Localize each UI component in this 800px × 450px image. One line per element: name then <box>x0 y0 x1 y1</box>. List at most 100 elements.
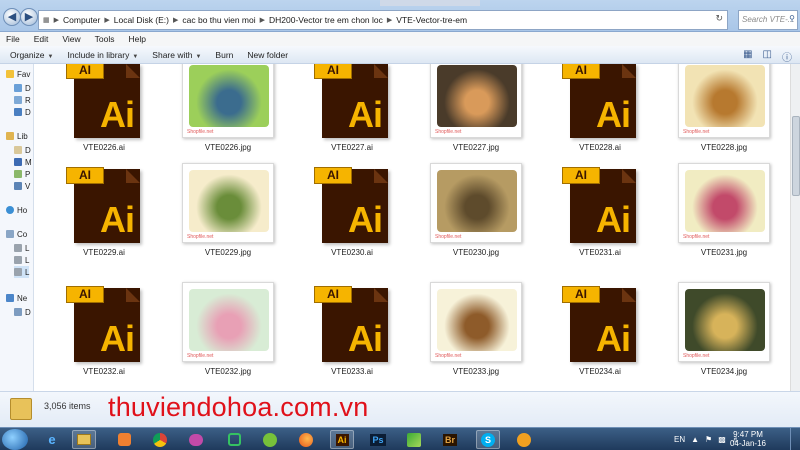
thumbnail-art <box>437 170 517 232</box>
breadcrumb-vte[interactable]: VTE-Vector-tre-em <box>396 15 467 25</box>
app14-icon[interactable] <box>512 430 536 449</box>
nav-item[interactable]: L <box>14 242 29 254</box>
photoshop-icon[interactable]: Ps <box>366 430 390 449</box>
menu-edit[interactable]: Edit <box>34 34 49 44</box>
page-fold <box>374 169 388 183</box>
nav-item-selected[interactable]: L <box>14 266 30 278</box>
search-input[interactable]: Search VTE-... ⚲ <box>738 10 798 30</box>
vertical-scrollbar[interactable] <box>790 64 800 391</box>
bridge-icon[interactable]: Br <box>438 430 462 449</box>
menu-help[interactable]: Help <box>128 34 145 44</box>
tray-arrow-icon[interactable]: ▲ <box>691 435 699 444</box>
nav-item[interactable]: V <box>14 180 30 192</box>
nav-item[interactable]: M <box>14 156 32 168</box>
menu-file[interactable]: File <box>6 34 20 44</box>
file-item[interactable]: Shopfile.net VTE0231.jpg <box>664 163 784 271</box>
nav-item[interactable]: L <box>14 254 29 266</box>
file-item[interactable]: Ai AI VTE0230.ai <box>292 163 412 271</box>
nav-libraries[interactable]: Lib <box>6 130 28 142</box>
network-icon[interactable]: ▩ <box>718 435 726 444</box>
breadcrumb-dh200[interactable]: DH200-Vector tre em chon loc <box>269 15 383 25</box>
nav-item[interactable]: R <box>14 94 31 106</box>
nav-homegroup[interactable]: Ho <box>6 204 27 216</box>
title-strip <box>380 0 480 6</box>
thumbnail-watermark: Shopfile.net <box>683 234 710 240</box>
language-indicator[interactable]: EN <box>674 435 685 444</box>
burn-button[interactable]: Burn <box>215 50 233 60</box>
file-item[interactable]: Ai AI VTE0232.ai <box>44 282 164 390</box>
file-item[interactable]: Shopfile.net VTE0234.jpg <box>664 282 784 390</box>
view-options-icon[interactable]: ▦ <box>743 49 752 64</box>
file-item[interactable]: Ai AI VTE0234.ai <box>540 282 660 390</box>
help-icon[interactable]: ⓘ <box>782 49 792 64</box>
nav-item[interactable]: D <box>14 106 31 118</box>
ai-big-text: Ai <box>596 318 631 359</box>
explorer-icon[interactable] <box>72 430 96 449</box>
show-desktop-button[interactable] <box>790 428 800 450</box>
back-button[interactable]: ◀ <box>3 8 21 26</box>
skype-icon[interactable]: S <box>476 430 500 449</box>
file-name: VTE0232.jpg <box>204 367 252 376</box>
clock[interactable]: 9:47 PM 04-Jan-16 <box>730 430 766 448</box>
chrome-icon[interactable] <box>148 430 172 449</box>
ai-big-text: Ai <box>100 199 135 240</box>
ie-icon[interactable]: e <box>40 430 64 449</box>
file-name: VTE0226.jpg <box>204 143 252 152</box>
nav-item[interactable]: D <box>14 144 31 156</box>
details-pane: 3,056 items thuviendohoa.com.vn <box>0 391 800 427</box>
file-item[interactable]: Shopfile.net VTE0232.jpg <box>168 282 288 390</box>
file-item[interactable]: Shopfile.net VTE0227.jpg <box>416 64 536 166</box>
address-bar[interactable]: ▦ ▶ Computer ▶ Local Disk (E:) ▶ cac bo … <box>38 10 728 30</box>
file-item[interactable]: Ai AI VTE0231.ai <box>540 163 660 271</box>
ai-tab-text: AI <box>314 64 352 79</box>
nav-computer[interactable]: Co <box>6 228 27 240</box>
file-item[interactable]: Ai AI VTE0228.ai <box>540 64 660 166</box>
include-in-library-button[interactable]: Include in library ▼ <box>67 50 138 60</box>
app6-icon[interactable] <box>222 430 246 449</box>
ai-tab-text: AI <box>562 286 600 303</box>
file-item[interactable]: Shopfile.net VTE0228.jpg <box>664 64 784 166</box>
flag-icon[interactable]: ⚑ <box>705 435 712 444</box>
nav-item[interactable]: D <box>14 306 31 318</box>
chevron-down-icon: ▼ <box>195 53 202 60</box>
start-button[interactable] <box>2 429 28 450</box>
firefox-icon[interactable] <box>294 430 318 449</box>
nav-item[interactable]: D <box>14 82 31 94</box>
organize-button[interactable]: Organize ▼ <box>10 50 53 60</box>
menu-bar: File Edit View Tools Help <box>0 32 800 46</box>
search-icon[interactable]: ⚲ <box>789 14 795 23</box>
file-item[interactable]: Ai AI VTE0226.ai <box>44 64 164 166</box>
breadcrumb-computer[interactable]: Computer <box>63 15 100 25</box>
thumbnail-art <box>437 65 517 127</box>
forward-button[interactable]: ▶ <box>20 8 38 26</box>
refresh-icon[interactable]: ↻ <box>715 13 723 24</box>
illustrator-file-icon: Ai AI <box>314 282 390 362</box>
menu-view[interactable]: View <box>62 34 80 44</box>
file-item[interactable]: Shopfile.net VTE0226.jpg <box>168 64 288 166</box>
file-item[interactable]: Ai AI VTE0227.ai <box>292 64 412 166</box>
file-item[interactable]: Shopfile.net VTE0229.jpg <box>168 163 288 271</box>
breadcrumb-cac-bo[interactable]: cac bo thu vien moi <box>182 15 255 25</box>
new-folder-button[interactable]: New folder <box>247 50 288 60</box>
file-item[interactable]: Ai AI VTE0233.ai <box>292 282 412 390</box>
file-item[interactable]: Shopfile.net VTE0230.jpg <box>416 163 536 271</box>
media-icon[interactable] <box>112 430 136 449</box>
nav-network[interactable]: Ne <box>6 292 27 304</box>
nav-item[interactable]: P <box>14 168 30 180</box>
illustrator-icon[interactable]: Ai <box>330 430 354 449</box>
illustrator-file-icon: Ai AI <box>562 282 638 362</box>
app11-icon[interactable] <box>402 430 426 449</box>
preview-pane-icon[interactable]: ◫ <box>763 49 772 64</box>
nav-favorites[interactable]: Fav <box>6 68 30 80</box>
illustrator-file-icon: Ai AI <box>314 163 390 243</box>
ai-tab-text: AI <box>562 167 600 184</box>
app5-icon[interactable] <box>184 430 208 449</box>
breadcrumb-local-disk[interactable]: Local Disk (E:) <box>114 15 169 25</box>
file-item[interactable]: Shopfile.net VTE0233.jpg <box>416 282 536 390</box>
share-with-button[interactable]: Share with ▼ <box>152 50 201 60</box>
scrollbar-thumb[interactable] <box>792 116 800 196</box>
file-item[interactable]: Ai AI VTE0229.ai <box>44 163 164 271</box>
app7-icon[interactable] <box>258 430 282 449</box>
ai-big-text: Ai <box>348 199 383 240</box>
menu-tools[interactable]: Tools <box>95 34 115 44</box>
